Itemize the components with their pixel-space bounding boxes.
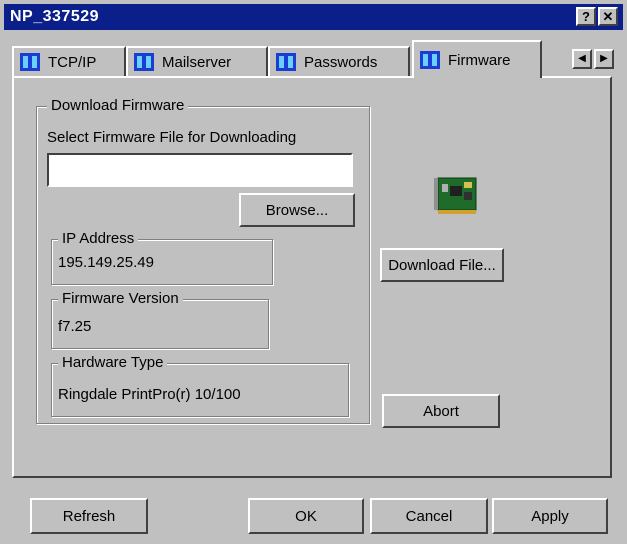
ip-address-value: 195.149.25.49 <box>58 254 154 271</box>
ip-address-group: IP Address 195.149.25.49 <box>51 230 273 285</box>
select-file-label: Select Firmware File for Downloading <box>47 129 297 146</box>
hardware-type-value: Ringdale PrintPro(r) 10/100 <box>58 386 241 403</box>
title-bar[interactable]: NP_337529 ? ✕ <box>4 4 623 30</box>
tab-scroll-arrows: ◀ ▶ <box>572 49 614 69</box>
tab-tcpip[interactable]: TCP/IP <box>12 46 126 76</box>
tab-passwords[interactable]: Passwords <box>268 46 410 76</box>
tab-label: Passwords <box>304 53 378 71</box>
firmware-version-label: Firmware Version <box>58 290 183 307</box>
firmware-version-value: f7.25 <box>58 318 92 335</box>
tab-label: TCP/IP <box>48 53 97 71</box>
network-icon <box>20 53 40 71</box>
download-firmware-group: Download Firmware Select Firmware File f… <box>36 97 370 424</box>
network-icon <box>420 51 440 69</box>
tab-firmware[interactable]: Firmware <box>412 40 542 78</box>
hardware-type-group: Hardware Type Ringdale PrintPro(r) 10/10… <box>51 354 349 417</box>
help-button[interactable]: ? <box>576 7 596 26</box>
close-button[interactable]: ✕ <box>598 7 618 26</box>
network-card-icon <box>434 174 480 216</box>
refresh-button[interactable]: Refresh <box>30 498 148 534</box>
ok-button[interactable]: OK <box>248 498 364 534</box>
firmware-panel: Download Firmware Select Firmware File f… <box>12 76 612 478</box>
ip-address-label: IP Address <box>58 230 139 247</box>
download-file-button[interactable]: Download File... <box>380 248 504 282</box>
abort-button[interactable]: Abort <box>382 394 500 428</box>
tab-scroll-right-button[interactable]: ▶ <box>594 49 614 69</box>
firmware-file-input[interactable] <box>47 153 353 187</box>
apply-button[interactable]: Apply <box>492 498 608 534</box>
tab-label: Firmware <box>448 51 511 69</box>
dialog-window: NP_337529 ? ✕ TCP/IP Mailserver Password… <box>0 0 627 544</box>
tab-label: Mailserver <box>162 53 232 71</box>
firmware-version-group: Firmware Version f7.25 <box>51 290 269 349</box>
network-icon <box>276 53 296 71</box>
network-icon <box>134 53 154 71</box>
window-title: NP_337529 <box>10 8 100 25</box>
tab-scroll-left-button[interactable]: ◀ <box>572 49 592 69</box>
browse-button[interactable]: Browse... <box>239 193 355 227</box>
tab-mailserver[interactable]: Mailserver <box>126 46 268 76</box>
tab-strip: TCP/IP Mailserver Passwords Firmware ◀ ▶ <box>12 40 614 78</box>
download-firmware-legend: Download Firmware <box>47 97 189 114</box>
cancel-button[interactable]: Cancel <box>370 498 488 534</box>
hardware-type-label: Hardware Type <box>58 354 168 371</box>
